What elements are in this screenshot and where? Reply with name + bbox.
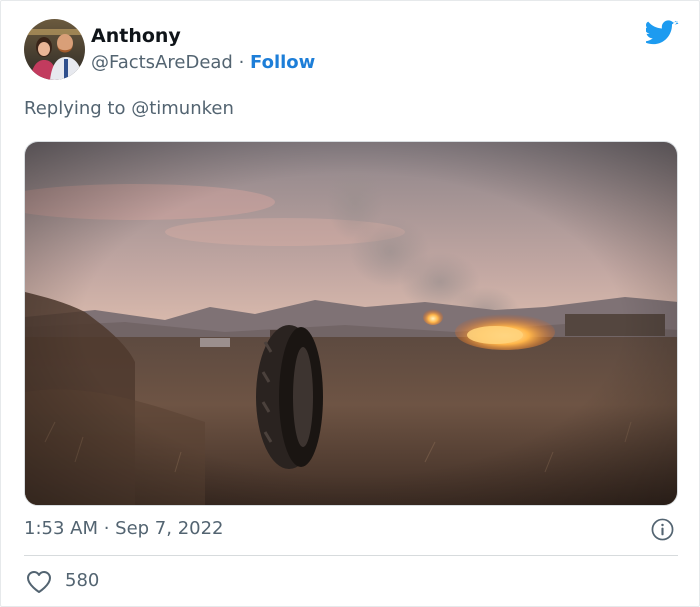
- separator-dot: ·: [232, 52, 251, 73]
- tweet-photo[interactable]: [24, 141, 678, 506]
- author-handle-row: @FactsAreDead · Follow: [91, 51, 315, 75]
- divider: [24, 555, 678, 556]
- follow-button[interactable]: Follow: [250, 52, 315, 73]
- replying-to[interactable]: Replying to @timunken: [24, 97, 234, 121]
- author-handle[interactable]: @FactsAreDead: [91, 52, 233, 73]
- like-count: 580: [65, 570, 100, 591]
- info-icon[interactable]: [651, 518, 674, 541]
- avatar[interactable]: [24, 19, 85, 80]
- tweet-card: Anthony @FactsAreDead · Follow Replying …: [0, 0, 700, 607]
- like-heart-icon[interactable]: [26, 570, 52, 594]
- timestamp[interactable]: 1:53 AM · Sep 7, 2022: [24, 517, 224, 541]
- author-name[interactable]: Anthony: [91, 24, 181, 48]
- twitter-bird-icon[interactable]: [642, 20, 679, 48]
